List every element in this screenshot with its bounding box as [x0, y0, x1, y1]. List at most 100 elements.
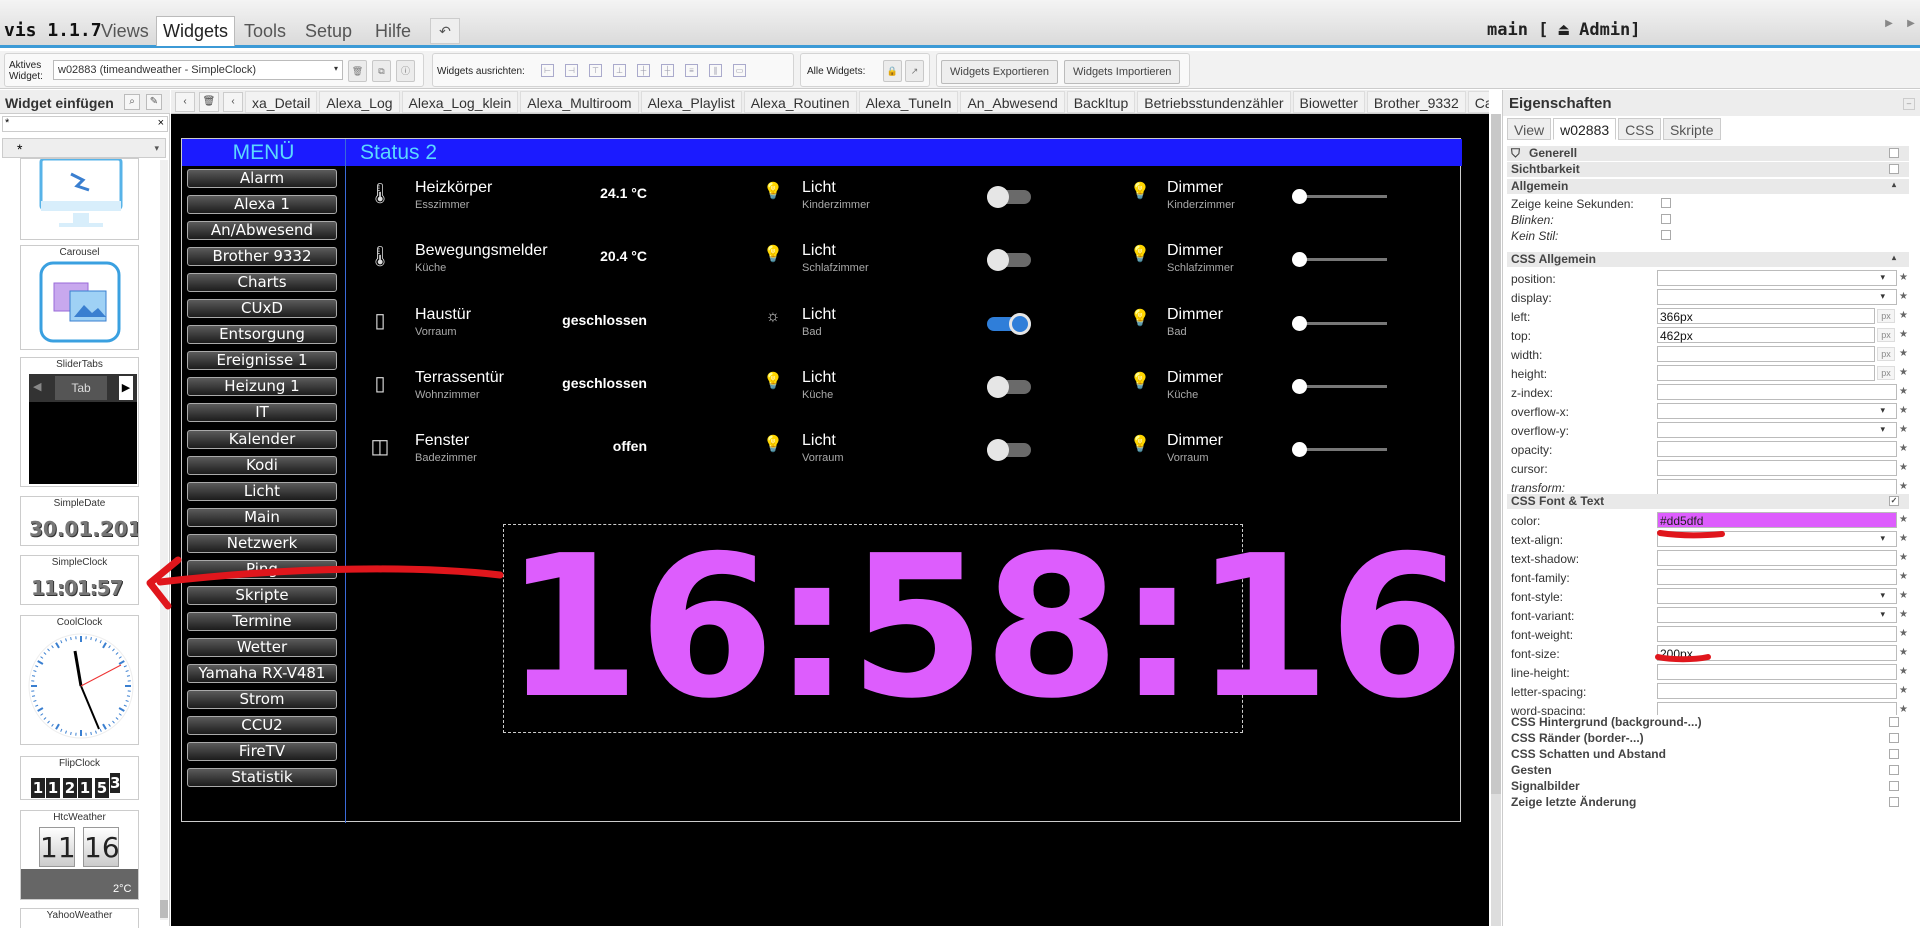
distribute-h-icon[interactable]: ≡: [685, 64, 698, 77]
collapse-up-icon[interactable]: ▴: [1889, 181, 1899, 191]
search-icon[interactable]: ⌕: [124, 94, 140, 110]
property-checkbox[interactable]: [1661, 230, 1671, 240]
menu-button[interactable]: Termine: [187, 612, 337, 631]
chevron-left-icon[interactable]: ‹: [175, 92, 195, 112]
property-input[interactable]: [1657, 346, 1875, 362]
star-icon[interactable]: ★: [1899, 647, 1908, 658]
menu-button[interactable]: Alarm: [187, 169, 337, 188]
light-toggle[interactable]: [987, 380, 1031, 394]
star-icon[interactable]: ★: [1899, 590, 1908, 601]
view-tab[interactable]: Alexa_Playlist: [641, 91, 742, 113]
light-toggle[interactable]: [987, 253, 1031, 267]
collapse-arrow-icon-2[interactable]: ▶: [1904, 17, 1918, 31]
chevron-left-icon-2[interactable]: ‹: [223, 92, 243, 112]
widget-card-coolclock[interactable]: CoolClock: [20, 615, 139, 745]
tab-setup[interactable]: Setup: [298, 16, 359, 46]
star-icon[interactable]: ★: [1899, 685, 1908, 696]
group-checkbox[interactable]: [1889, 749, 1899, 759]
star-icon[interactable]: ★: [1899, 609, 1908, 620]
view-tab[interactable]: Alexa_Log_klein: [402, 91, 519, 113]
dimmer-slider[interactable]: [1297, 258, 1387, 261]
property-input[interactable]: [1657, 479, 1897, 495]
view-tab[interactable]: Alexa_TuneIn: [859, 91, 959, 113]
view-tab[interactable]: An_Abwesend: [960, 91, 1064, 113]
star-icon[interactable]: ★: [1899, 443, 1908, 454]
view-tab[interactable]: BackItup: [1067, 91, 1135, 113]
lock-icon[interactable]: 🔒: [883, 60, 902, 82]
group-checkbox[interactable]: [1889, 733, 1899, 743]
group-gesten[interactable]: Gesten: [1507, 763, 1909, 778]
widget-card-monitor[interactable]: [20, 158, 139, 240]
collapse-arrow-icon[interactable]: ▶: [1882, 17, 1896, 31]
copy-icon[interactable]: ⧉: [372, 60, 391, 82]
star-icon[interactable]: ★: [1899, 462, 1908, 473]
widget-card-flipclock[interactable]: FlipClock 112153: [20, 756, 139, 800]
menu-button[interactable]: Skripte: [187, 586, 337, 605]
property-input[interactable]: [1657, 664, 1897, 680]
dimmer-slider[interactable]: [1297, 195, 1387, 198]
menu-button[interactable]: CCU2: [187, 716, 337, 735]
dimmer-slider[interactable]: [1297, 322, 1387, 325]
pin-icon[interactable]: ✎: [146, 94, 162, 110]
toggle-knob[interactable]: [987, 249, 1009, 271]
menu-button[interactable]: Alexa 1: [187, 195, 337, 214]
menu-button[interactable]: Ereignisse 1: [187, 351, 337, 370]
group-letzte-aenderung[interactable]: Zeige letzte Änderung: [1507, 795, 1909, 810]
property-input[interactable]: [1657, 569, 1897, 585]
group-css-font[interactable]: CSS Font & Text✓: [1507, 494, 1909, 509]
widget-card-yahooweather[interactable]: YahooWeather: [20, 908, 139, 928]
property-input[interactable]: [1657, 289, 1897, 305]
menu-button[interactable]: Kodi: [187, 456, 337, 475]
light-toggle[interactable]: [987, 443, 1031, 457]
slider-knob[interactable]: [1292, 316, 1307, 331]
property-input[interactable]: 200px: [1657, 645, 1897, 661]
star-icon[interactable]: ★: [1899, 552, 1908, 563]
widget-set-select[interactable]: * ▾: [2, 138, 166, 158]
import-widgets-button[interactable]: Widgets Importieren: [1064, 60, 1180, 84]
menu-button[interactable]: Ping: [187, 560, 337, 579]
dimmer-slider[interactable]: [1297, 448, 1387, 451]
menu-button[interactable]: Entsorgung: [187, 325, 337, 344]
property-checkbox[interactable]: [1661, 214, 1671, 224]
star-icon[interactable]: ★: [1899, 533, 1908, 544]
star-icon[interactable]: ★: [1899, 666, 1908, 677]
property-input[interactable]: 366px: [1657, 308, 1875, 324]
property-input[interactable]: [1657, 270, 1897, 286]
menu-button[interactable]: Brother 9332: [187, 247, 337, 266]
view-tab[interactable]: Alexa_Multiroom: [520, 91, 638, 113]
star-icon[interactable]: ★: [1899, 367, 1908, 378]
group-allgemein[interactable]: Allgemein▴: [1507, 179, 1909, 194]
widget-card-htcweather[interactable]: HtcWeather 11 16 2°C: [20, 810, 139, 900]
export-widgets-button[interactable]: Widgets Exportieren: [941, 60, 1058, 84]
menu-button[interactable]: Kalender: [187, 430, 337, 449]
star-icon[interactable]: ★: [1899, 272, 1908, 283]
property-input[interactable]: [1657, 403, 1897, 419]
toggle-knob[interactable]: [987, 186, 1009, 208]
widget-card-simpledate[interactable]: SimpleDate 30.01.2015: [20, 496, 139, 546]
group-css-allgemein[interactable]: CSS Allgemein▴: [1507, 252, 1909, 267]
menu-button[interactable]: Charts: [187, 273, 337, 292]
widget-palette-scrollbar[interactable]: [160, 160, 168, 920]
align-right-icon[interactable]: ⊣: [565, 64, 578, 77]
group-sichtbarkeit[interactable]: Sichtbarkeit: [1507, 162, 1909, 177]
view-tab[interactable]: Alexa_Log: [319, 91, 399, 113]
property-input[interactable]: [1657, 683, 1897, 699]
menu-button[interactable]: An/Abwesend: [187, 221, 337, 240]
align-left-icon[interactable]: ⊢: [541, 64, 554, 77]
star-icon[interactable]: ★: [1899, 704, 1908, 715]
menu-button[interactable]: Wetter: [187, 638, 337, 657]
view-tab[interactable]: Brother_9332: [1367, 91, 1466, 113]
tab-view[interactable]: View: [1507, 118, 1551, 140]
menu-button[interactable]: IT: [187, 403, 337, 422]
scroll-thumb[interactable]: [1491, 114, 1501, 794]
external-link-icon[interactable]: ↗: [905, 60, 924, 82]
tab-widgets[interactable]: Widgets: [156, 16, 235, 46]
menu-button[interactable]: FireTV: [187, 742, 337, 761]
view-tab[interactable]: Betriebsstundenzähler: [1137, 91, 1290, 113]
align-vcenter-icon[interactable]: ┼: [637, 64, 650, 77]
widget-card-carousel[interactable]: Carousel: [20, 245, 139, 350]
undo-button[interactable]: ↶: [430, 18, 460, 44]
view-tab[interactable]: Biowetter: [1293, 91, 1365, 113]
group-css-background[interactable]: CSS Hintergrund (background-...): [1507, 715, 1909, 730]
menu-button[interactable]: Yamaha RX-V481: [187, 664, 337, 683]
